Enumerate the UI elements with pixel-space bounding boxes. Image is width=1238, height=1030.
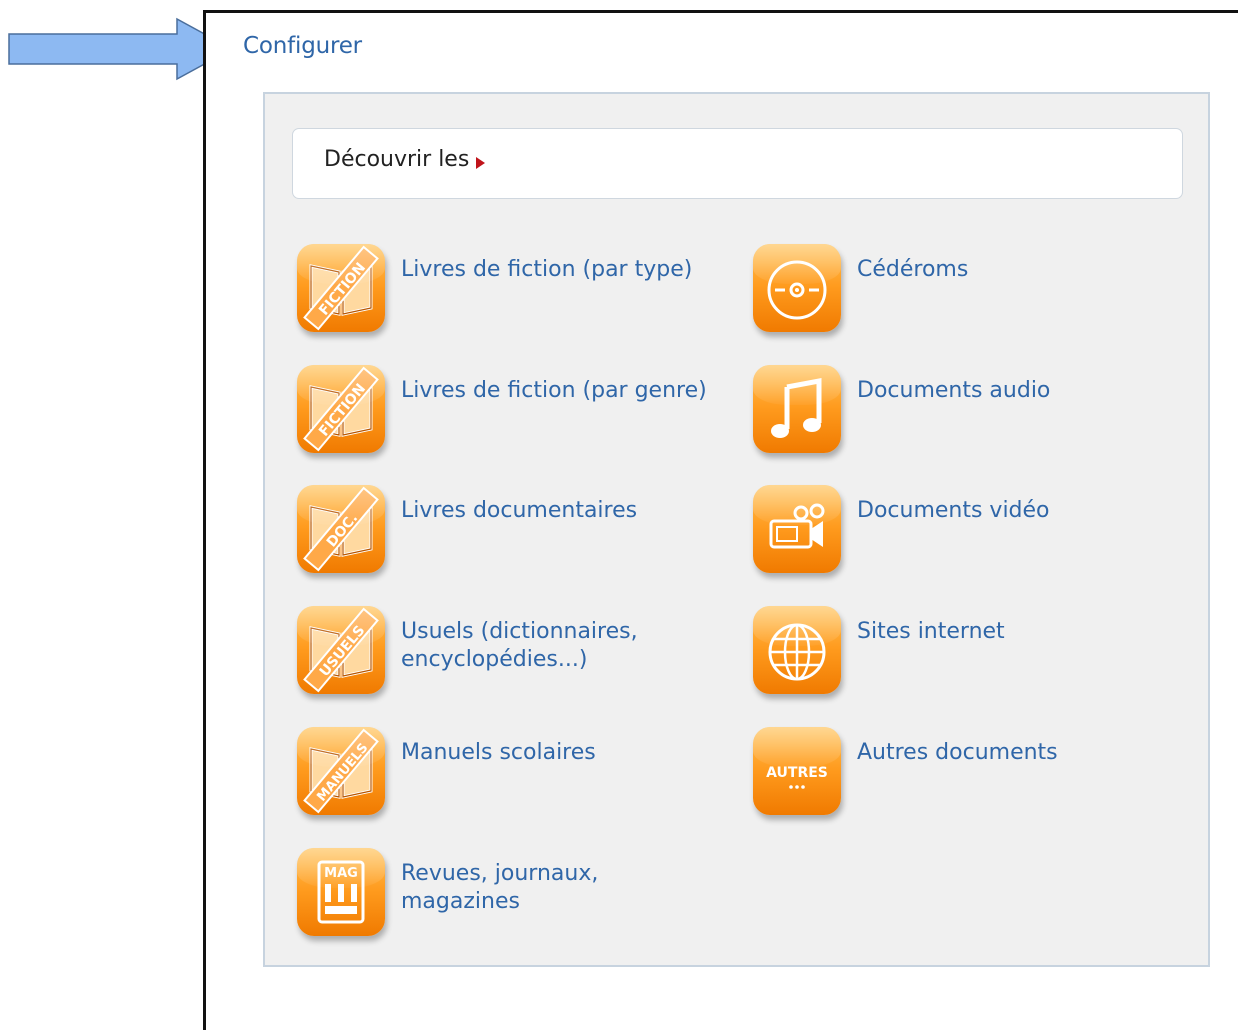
configure-link[interactable]: Configurer (243, 33, 362, 59)
category-autres[interactable]: AUTRES Autres documents (753, 727, 1193, 827)
category-usuels[interactable]: USUELS Usuels (dictionnaires, encyclopéd… (297, 606, 737, 706)
category-documentaires[interactable]: DOC. Livres documentaires (297, 485, 737, 585)
category-video[interactable]: Documents vidéo (753, 485, 1193, 585)
video-camera-icon (753, 485, 841, 573)
category-label: Autres documents (857, 740, 1058, 765)
category-label: Documents vidéo (857, 498, 1050, 523)
category-label: Documents audio (857, 378, 1051, 403)
discover-header[interactable]: Découvrir les (292, 128, 1183, 199)
category-label: Manuels scolaires (401, 740, 596, 765)
fiction-book-icon: FICTION (297, 244, 385, 332)
magazine-icon: MAG (297, 848, 385, 936)
usuels-book-icon: USUELS (297, 606, 385, 694)
category-sites[interactable]: Sites internet (753, 606, 1193, 706)
discover-label: Découvrir les (324, 147, 470, 172)
manuels-book-icon: MANUELS (297, 727, 385, 815)
category-label: Sites internet (857, 619, 1005, 644)
category-label: Livres de fiction (par genre) (401, 378, 707, 403)
globe-icon (753, 606, 841, 694)
doc-book-icon: DOC. (297, 485, 385, 573)
music-note-icon (753, 365, 841, 453)
expand-triangle-icon (476, 157, 485, 169)
discover-panel: Découvrir les FICTION Livres de fiction … (263, 92, 1210, 967)
category-fiction-genre[interactable]: FICTION Livres de fiction (par genre) (297, 365, 737, 465)
category-audio[interactable]: Documents audio (753, 365, 1193, 465)
fiction-book-icon: FICTION (297, 365, 385, 453)
category-manuels[interactable]: MANUELS Manuels scolaires (297, 727, 737, 827)
category-label: Livres documentaires (401, 498, 638, 523)
category-cederoms[interactable]: Cédéroms (753, 244, 1193, 344)
autres-icon: AUTRES (753, 727, 841, 815)
category-fiction-type[interactable]: FICTION Livres de fiction (par type) (297, 244, 737, 344)
category-label: Cédéroms (857, 257, 969, 282)
category-revues[interactable]: MAG Revues, journaux, magazines (297, 848, 737, 948)
svg-text:AUTRES: AUTRES (766, 765, 828, 781)
category-label: Usuels (dictionnaires, encyclopédies...) (401, 619, 638, 672)
category-label: Revues, journaux, magazines (401, 861, 599, 914)
category-label: Livres de fiction (par type) (401, 257, 693, 282)
cd-icon (753, 244, 841, 332)
svg-text:MAG: MAG (324, 866, 358, 881)
